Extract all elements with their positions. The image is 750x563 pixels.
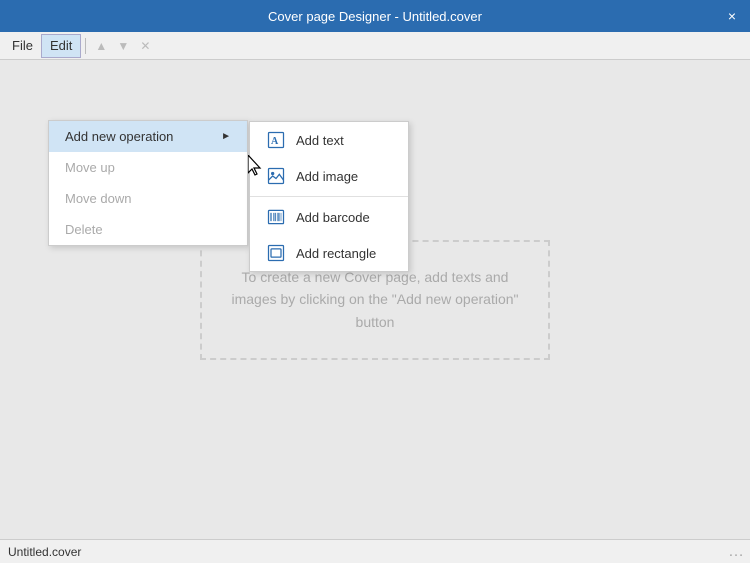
rectangle-icon bbox=[266, 243, 286, 263]
submenu-item-add-text[interactable]: A Add text bbox=[250, 122, 408, 158]
submenu-item-label: Add barcode bbox=[296, 210, 370, 225]
dropdown-item-move-down[interactable]: Move down bbox=[49, 183, 247, 214]
submenu-item-label: Add text bbox=[296, 133, 344, 148]
submenu-item-label: Add image bbox=[296, 169, 358, 184]
window-close-button[interactable]: × bbox=[722, 6, 742, 26]
barcode-icon bbox=[266, 207, 286, 227]
window-title: Cover page Designer - Untitled.cover bbox=[28, 9, 722, 24]
dropdown-item-label: Move up bbox=[65, 160, 115, 175]
dropdown-item-label: Move down bbox=[65, 191, 131, 206]
submenu: A Add text bbox=[249, 121, 409, 272]
dropdown-menu-list: Add new operation ► A Add text bbox=[48, 120, 248, 246]
svg-text:A: A bbox=[271, 136, 279, 147]
toolbar-up-button[interactable]: ▲ bbox=[90, 35, 112, 57]
submenu-item-label: Add rectangle bbox=[296, 246, 376, 261]
status-bar: Untitled.cover … bbox=[0, 539, 750, 563]
menu-bar: File Edit ▲ ▼ ✕ bbox=[0, 32, 750, 60]
toolbar-down-button[interactable]: ▼ bbox=[112, 35, 134, 57]
title-bar: Cover page Designer - Untitled.cover × bbox=[0, 0, 750, 32]
submenu-item-add-rectangle[interactable]: Add rectangle bbox=[250, 235, 408, 271]
text-icon: A bbox=[266, 130, 286, 150]
dropdown-menu: Add new operation ► A Add text bbox=[48, 120, 248, 246]
hint-text: To create a new Cover page, add texts an… bbox=[218, 266, 532, 333]
dropdown-item-label: Add new operation bbox=[65, 129, 173, 144]
resize-grip[interactable]: … bbox=[728, 543, 742, 561]
dropdown-item-label: Delete bbox=[65, 222, 103, 237]
submenu-item-add-barcode[interactable]: Add barcode bbox=[250, 199, 408, 235]
submenu-item-add-image[interactable]: Add image bbox=[250, 158, 408, 194]
dropdown-item-add-new-operation[interactable]: Add new operation ► A Add text bbox=[49, 121, 247, 152]
submenu-chevron: ► bbox=[221, 131, 231, 142]
menu-item-file[interactable]: File bbox=[4, 34, 41, 58]
toolbar-delete-button[interactable]: ✕ bbox=[134, 35, 156, 57]
main-content: To create a new Cover page, add texts an… bbox=[0, 60, 750, 539]
menu-separator-1 bbox=[85, 38, 86, 54]
dropdown-item-delete[interactable]: Delete bbox=[49, 214, 247, 245]
submenu-separator bbox=[250, 196, 408, 197]
image-icon bbox=[266, 166, 286, 186]
dropdown-item-move-up[interactable]: Move up bbox=[49, 152, 247, 183]
menu-item-edit[interactable]: Edit bbox=[41, 34, 81, 58]
status-filename: Untitled.cover bbox=[8, 545, 81, 559]
